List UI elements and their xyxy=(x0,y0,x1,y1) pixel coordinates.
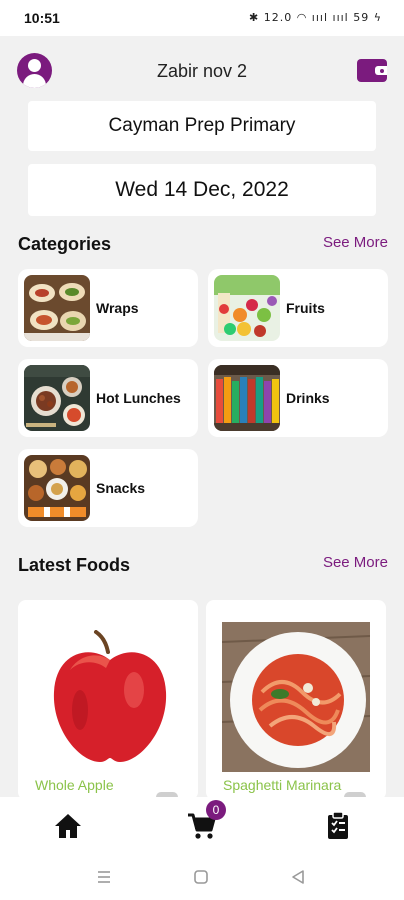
category-card-snacks[interactable]: Snacks xyxy=(18,449,198,527)
food-name: Whole Apple xyxy=(35,777,114,793)
status-bar: 10:51 ✱ 12.0 ◠ ıııl ıııl 59 ϟ xyxy=(0,0,404,36)
status-time: 10:51 xyxy=(24,10,60,26)
category-label: Snacks xyxy=(96,480,146,496)
category-card-fruits[interactable]: Fruits xyxy=(208,269,388,347)
hot-lunches-image xyxy=(24,365,90,431)
home-square-icon[interactable] xyxy=(193,869,209,885)
apple-image xyxy=(53,630,167,762)
wraps-image xyxy=(24,275,90,341)
food-card-whole-apple[interactable]: Whole Apple xyxy=(18,600,198,800)
page-title: Zabir nov 2 xyxy=(156,61,248,81)
fruits-image xyxy=(214,275,280,341)
category-label: Drinks xyxy=(286,390,330,406)
latest-foods-see-more-link[interactable]: See More xyxy=(323,554,388,571)
category-card-hot-lunches[interactable]: Hot Lunches xyxy=(18,359,198,437)
categories-see-more-link[interactable]: See More xyxy=(323,234,388,251)
system-nav-bar xyxy=(0,855,404,900)
school-selector[interactable]: Cayman Prep Primary xyxy=(28,101,376,151)
date-selector[interactable]: Wed 14 Dec, 2022 xyxy=(28,164,376,216)
back-triangle-icon[interactable] xyxy=(290,869,306,885)
cart-count-badge: 0 xyxy=(206,800,226,820)
category-label: Fruits xyxy=(286,300,325,316)
snacks-image xyxy=(24,455,90,521)
category-label: Wraps xyxy=(96,300,139,316)
clipboard-icon xyxy=(328,811,348,839)
wallet-button[interactable] xyxy=(357,56,387,82)
drinks-image xyxy=(214,365,280,431)
categories-heading: Categories xyxy=(18,234,112,254)
home-icon xyxy=(55,814,81,838)
bottom-nav: 0 xyxy=(0,797,404,855)
category-label: Hot Lunches xyxy=(96,390,181,406)
category-card-drinks[interactable]: Drinks xyxy=(208,359,388,437)
nav-orders-button[interactable] xyxy=(323,811,355,841)
status-icons: ✱ 12.0 ◠ ıııl ıııl 59 ϟ xyxy=(249,11,382,24)
food-name: Spaghetti Marinara xyxy=(223,777,342,793)
latest-foods-heading: Latest Foods xyxy=(18,555,131,575)
nav-home-button[interactable] xyxy=(53,811,85,841)
food-card-spaghetti-marinara[interactable]: Spaghetti Marinara xyxy=(206,600,386,800)
spaghetti-image xyxy=(222,622,370,772)
app-header: Zabir nov 2 xyxy=(0,36,404,100)
recents-icon[interactable] xyxy=(96,869,112,885)
category-card-wraps[interactable]: Wraps xyxy=(18,269,198,347)
